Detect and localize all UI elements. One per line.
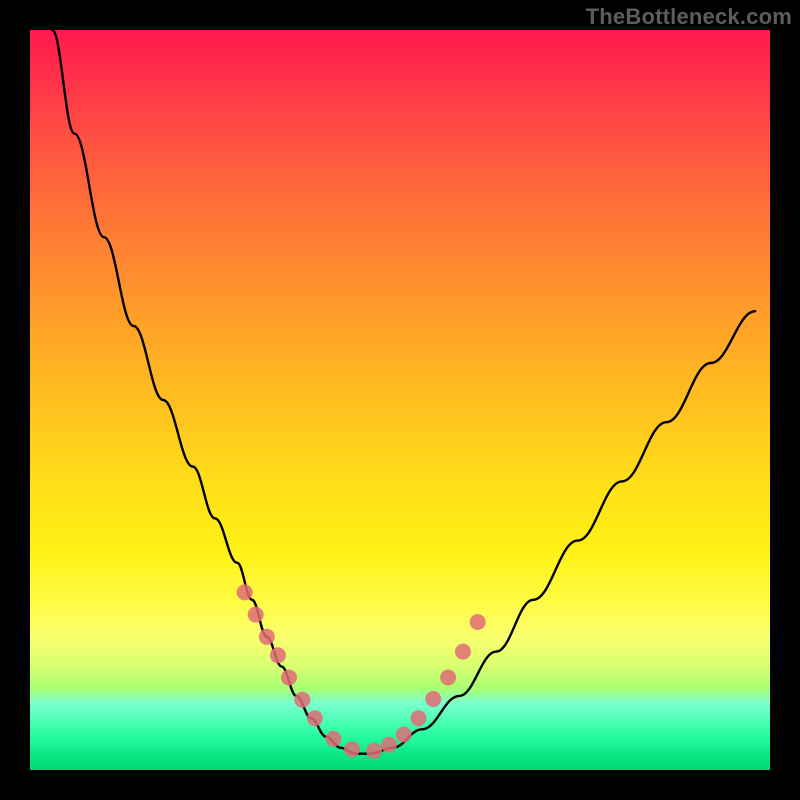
marker-dot (344, 741, 360, 757)
marker-dot (325, 731, 341, 747)
marker-dot (294, 692, 310, 708)
chart-svg (30, 30, 770, 770)
plot-area (30, 30, 770, 770)
marker-dot (259, 629, 275, 645)
bottleneck-curve (52, 30, 755, 754)
marker-dot (411, 710, 427, 726)
marker-dot (440, 670, 456, 686)
marker-dot (307, 710, 323, 726)
marker-dot (425, 691, 441, 707)
marker-dot (381, 737, 397, 753)
watermark-text: TheBottleneck.com (586, 4, 792, 30)
highlight-markers (237, 584, 486, 758)
marker-dot (248, 607, 264, 623)
marker-dot (470, 614, 486, 630)
marker-dot (396, 727, 412, 743)
marker-dot (281, 670, 297, 686)
marker-dot (455, 644, 471, 660)
marker-dot (237, 584, 253, 600)
marker-dot (366, 743, 382, 759)
chart-stage: TheBottleneck.com (0, 0, 800, 800)
marker-dot (270, 647, 286, 663)
